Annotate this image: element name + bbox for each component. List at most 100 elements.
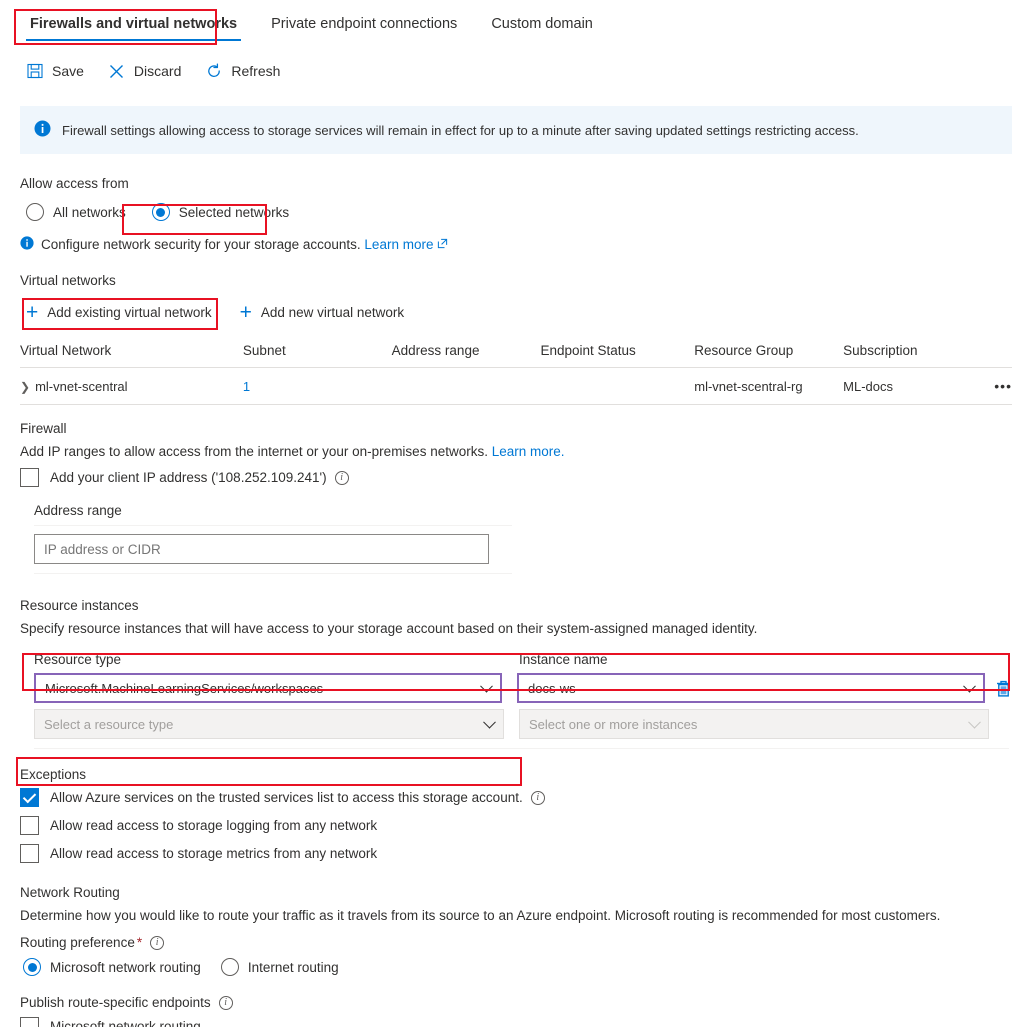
- instance-name-header: Instance name: [519, 652, 608, 667]
- routing-preference-label: Routing preference: [20, 935, 135, 950]
- resource-type-placeholder: Select a resource type: [44, 716, 174, 732]
- exception-metrics-checkbox[interactable]: [20, 844, 39, 863]
- column-address-range[interactable]: Address range: [391, 339, 541, 368]
- table-header-row: Virtual Network Subnet Address range End…: [20, 339, 1012, 368]
- command-bar: Save Discard Refresh: [0, 54, 1032, 88]
- divider: [34, 573, 512, 574]
- cell-subnet: 1: [242, 367, 392, 405]
- resource-instance-row-1: Microsoft.MachineLearningServices/worksp…: [20, 673, 1012, 703]
- add-client-ip-checkbox[interactable]: [20, 468, 39, 487]
- column-endpoint-status[interactable]: Endpoint Status: [540, 339, 695, 368]
- cell-address-range: [391, 367, 541, 405]
- info-icon[interactable]: i: [334, 470, 349, 485]
- save-button[interactable]: Save: [26, 62, 84, 80]
- radio-label: Internet routing: [247, 959, 339, 975]
- chevron-right-icon[interactable]: ❯: [20, 380, 30, 394]
- exception-trusted-services-checkbox[interactable]: [20, 788, 39, 807]
- network-routing-title: Network Routing: [20, 885, 120, 900]
- radio-label: Selected networks: [178, 204, 290, 220]
- radio-circle: [26, 203, 44, 221]
- exception-metrics-row[interactable]: Allow read access to storage metrics fro…: [20, 844, 1012, 863]
- exception-logging-row[interactable]: Allow read access to storage logging fro…: [20, 816, 1012, 835]
- row-context-menu-button[interactable]: •••: [994, 367, 1012, 405]
- column-actions: [994, 339, 1012, 368]
- firewalls-and-virtual-networks-page: Firewalls and virtual networks Private e…: [0, 0, 1032, 1027]
- firewall-title: Firewall: [20, 421, 67, 436]
- cell-virtual-network[interactable]: ❯ ml-vnet-scentral: [20, 367, 243, 405]
- resource-instances-header: Resource type Instance name: [20, 652, 1012, 667]
- resource-instance-row-2: Select a resource type Select one or mor…: [20, 709, 1012, 739]
- exception-trusted-services-row[interactable]: Allow Azure services on the trusted serv…: [20, 788, 1012, 807]
- virtual-networks-actions: + Add existing virtual network + Add new…: [20, 296, 1012, 329]
- exceptions-title: Exceptions: [20, 767, 87, 782]
- tab-private-endpoint-connections[interactable]: Private endpoint connections: [261, 12, 467, 41]
- resource-type-dropdown[interactable]: Microsoft.MachineLearningServices/worksp…: [34, 673, 502, 703]
- cell-endpoint-status: [540, 367, 695, 405]
- publish-microsoft-routing-row[interactable]: Microsoft network routing: [20, 1017, 1012, 1027]
- column-resource-group[interactable]: Resource Group: [694, 339, 844, 368]
- allow-access-label: Allow access from: [20, 176, 129, 191]
- divider: [34, 525, 512, 526]
- external-link-icon: [437, 237, 448, 252]
- network-routing-description: Determine how you would like to route yo…: [20, 908, 941, 923]
- instance-name-dropdown[interactable]: docs-ws: [517, 673, 985, 703]
- add-existing-label: Add existing virtual network: [47, 305, 212, 320]
- radio-microsoft-network-routing[interactable]: Microsoft network routing: [20, 955, 207, 979]
- info-banner: Firewall settings allowing access to sto…: [20, 106, 1012, 154]
- exception-logging-checkbox[interactable]: [20, 816, 39, 835]
- tab-label: Custom domain: [491, 16, 593, 32]
- tab-label: Firewalls and virtual networks: [30, 16, 238, 32]
- divider: [34, 748, 1009, 749]
- radio-circle: [151, 203, 170, 221]
- trash-icon[interactable]: [995, 679, 1012, 698]
- virtual-networks-table: Virtual Network Subnet Address range End…: [20, 339, 1012, 405]
- exception-metrics-label: Allow read access to storage metrics fro…: [50, 846, 378, 861]
- table-row[interactable]: ❯ ml-vnet-scentral 1 ml-vnet-scentral-rg …: [20, 367, 1012, 405]
- settings-content: Allow access from All networks Selected …: [0, 176, 1032, 1027]
- subnet-link[interactable]: 1: [243, 379, 250, 394]
- vnet-name: ml-vnet-scentral: [35, 378, 128, 394]
- add-new-virtual-network-button[interactable]: + Add new virtual network: [234, 296, 413, 329]
- radio-circle: [220, 958, 239, 976]
- radio-internet-routing[interactable]: Internet routing: [215, 955, 345, 979]
- resource-type-header: Resource type: [34, 652, 122, 667]
- add-client-ip-row[interactable]: Add your client IP address ('108.252.109…: [20, 468, 1012, 487]
- virtual-networks-title: Virtual networks: [20, 273, 116, 288]
- refresh-button[interactable]: Refresh: [205, 62, 280, 80]
- required-asterisk: *: [136, 935, 143, 950]
- firewall-description-text: Add IP ranges to allow access from the i…: [20, 444, 488, 459]
- radio-selected-networks[interactable]: Selected networks: [146, 200, 295, 224]
- publish-microsoft-routing-checkbox[interactable]: [20, 1017, 39, 1027]
- address-range-block: Address range: [20, 503, 1012, 574]
- allow-access-radio-group: All networks Selected networks: [20, 200, 1012, 224]
- discard-label: Discard: [133, 63, 182, 79]
- info-icon[interactable]: i: [218, 995, 233, 1010]
- add-client-ip-label: Add your client IP address ('108.252.109…: [50, 470, 327, 485]
- cell-subscription: ML-docs: [843, 367, 995, 405]
- refresh-icon: [205, 62, 223, 80]
- add-existing-virtual-network-button[interactable]: + Add existing virtual network: [20, 296, 220, 329]
- resource-type-dropdown-empty[interactable]: Select a resource type: [34, 709, 504, 739]
- close-icon: [108, 62, 126, 80]
- radio-circle: [23, 958, 41, 976]
- instance-name-dropdown-empty: Select one or more instances: [519, 709, 989, 739]
- info-icon[interactable]: i: [150, 935, 165, 950]
- routing-preference-label-row: Routing preference * i: [20, 935, 1012, 950]
- radio-all-networks[interactable]: All networks: [20, 200, 132, 224]
- refresh-label: Refresh: [231, 63, 281, 79]
- tab-firewalls-and-virtual-networks[interactable]: Firewalls and virtual networks: [20, 12, 247, 41]
- plus-icon: +: [239, 301, 252, 324]
- column-subnet[interactable]: Subnet: [242, 339, 392, 368]
- publish-endpoints-label: Publish route-specific endpoints: [20, 995, 211, 1010]
- learn-more-link[interactable]: Learn more: [364, 237, 433, 252]
- tab-custom-domain[interactable]: Custom domain: [481, 12, 603, 41]
- column-subscription[interactable]: Subscription: [843, 339, 995, 368]
- resource-instances-title: Resource instances: [20, 598, 139, 613]
- chevron-down-icon: [968, 715, 981, 729]
- info-icon[interactable]: i: [530, 790, 545, 805]
- address-range-input[interactable]: [34, 534, 489, 564]
- firewall-learn-more-link[interactable]: Learn more.: [492, 444, 565, 459]
- discard-button[interactable]: Discard: [108, 62, 181, 80]
- column-virtual-network[interactable]: Virtual Network: [20, 339, 243, 368]
- firewall-description: Add IP ranges to allow access from the i…: [20, 444, 1012, 459]
